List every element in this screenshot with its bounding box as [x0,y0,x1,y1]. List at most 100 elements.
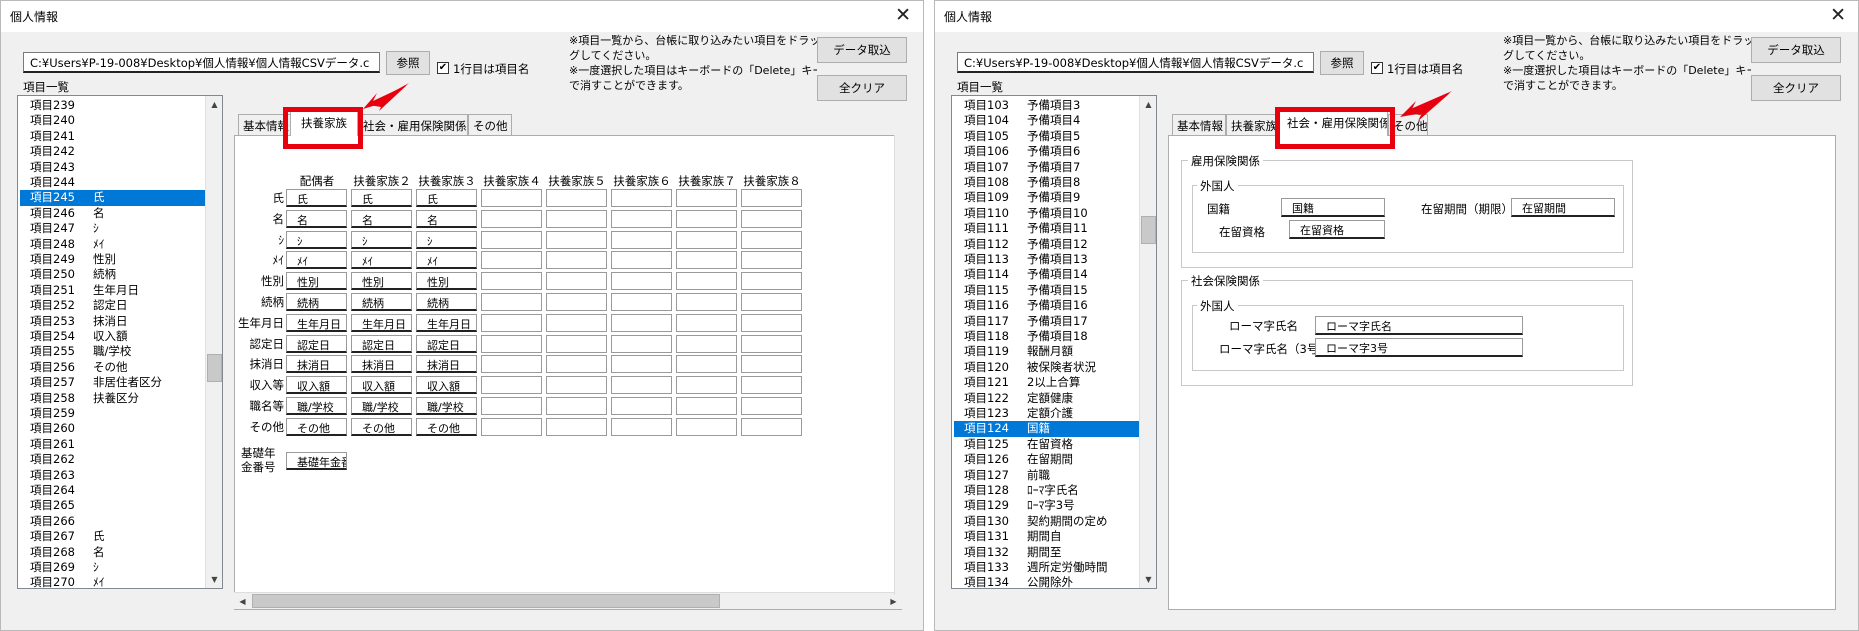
list-item[interactable]: 項目124 国籍 [954,421,1139,437]
grid-cell[interactable] [676,313,737,332]
grid-cell[interactable] [676,189,737,207]
list-item[interactable]: 項目103 予備項目3 [954,98,1139,114]
grid-cell[interactable] [481,376,542,395]
tab-other[interactable]: その他 [468,114,512,135]
grid-cell[interactable] [741,334,802,353]
clear-all-button[interactable]: 全クリア [1751,75,1841,101]
grid-cell[interactable] [611,251,672,270]
grid-cell[interactable]: 名 [351,209,412,228]
grid-cell[interactable] [611,355,672,374]
grid-cell[interactable] [611,209,672,228]
grid-cell[interactable] [741,230,802,249]
list-item[interactable]: 項目247 ｼ [20,221,205,237]
grid-cell[interactable] [546,230,607,249]
list-item[interactable]: 項目240 [20,113,205,129]
browse-button[interactable]: 参照 [1320,51,1364,75]
grid-cell[interactable] [481,355,542,374]
list-item[interactable]: 項目255 職/学校 [20,344,205,360]
grid-cell[interactable] [741,355,802,374]
list-item[interactable]: 項目263 [20,468,205,484]
grid-cell[interactable]: 氏 [286,189,347,207]
item-list[interactable]: 項目134 公開除外 項目133 週所定労働時間 項目132 期間至 項目131 期間自 項目1… [951,95,1157,589]
grid-cell[interactable] [546,355,607,374]
scroll-down-icon[interactable]: ▼ [1140,571,1156,588]
list-item[interactable]: 項目251 生年月日 [20,283,205,299]
close-icon[interactable]: ✕ [1830,4,1846,26]
grid-cell[interactable]: 名 [416,209,477,228]
grid-cell[interactable] [546,189,607,207]
grid-cell[interactable] [741,189,802,207]
list-item[interactable]: 項目118 予備項目18 [954,329,1139,345]
item-list-scrollbar[interactable]: ▲ ▼ [1139,96,1156,588]
list-item[interactable]: 項目245 氏 [20,190,205,206]
grid-cell[interactable]: 収入額 [416,376,477,395]
grid-cell[interactable] [676,334,737,353]
grid-cell[interactable]: ｼ [351,230,412,249]
close-icon[interactable]: ✕ [895,4,911,26]
grid-cell[interactable] [481,334,542,353]
list-item[interactable]: 項目268 名 [20,545,205,561]
grid-cell[interactable]: 氏 [351,189,412,207]
header-row-checkbox[interactable]: ✔ [1371,62,1383,74]
grid-cell[interactable] [676,230,737,249]
list-item[interactable]: 項目132 期間至 [954,545,1139,561]
grid-cell[interactable] [611,189,672,207]
list-item[interactable]: 項目264 [20,483,205,499]
grid-cell[interactable] [611,272,672,291]
list-item[interactable]: 項目258 扶養区分 [20,391,205,407]
grid-horizontal-scrollbar[interactable]: ◀ ▶ [234,592,902,609]
scroll-right-icon[interactable]: ▶ [885,593,902,610]
list-item[interactable]: 項目123 定額介護 [954,406,1139,422]
grid-cell[interactable] [741,397,802,415]
list-item[interactable]: 項目106 予備項目6 [954,144,1139,160]
romaji-name-3-field[interactable]: ローマ字3号 [1315,338,1523,357]
grid-cell[interactable]: その他 [286,417,347,436]
grid-cell[interactable]: その他 [351,417,412,436]
grid-cell[interactable]: 続柄 [286,293,347,311]
list-item[interactable]: 項目110 予備項目10 [954,206,1139,222]
list-item[interactable]: 項目133 週所定労働時間 [954,560,1139,576]
grid-cell[interactable] [481,251,542,270]
grid-cell[interactable] [676,209,737,228]
list-item[interactable]: 項目122 定額健康 [954,391,1139,407]
grid-cell[interactable]: 性別 [416,272,477,291]
list-item[interactable]: 項目114 予備項目14 [954,267,1139,283]
list-item[interactable]: 項目128 ﾛｰﾏ字氏名 [954,483,1139,499]
grid-cell[interactable]: 生年月日 [351,313,412,332]
grid-cell[interactable] [546,417,607,436]
list-item[interactable]: 項目261 [20,437,205,453]
list-item[interactable]: 項目105 予備項目5 [954,129,1139,145]
grid-cell[interactable]: 生年月日 [286,313,347,332]
list-item[interactable]: 項目242 [20,144,205,160]
grid-cell[interactable]: 認定日 [351,334,412,353]
grid-cell[interactable] [741,313,802,332]
grid-cell[interactable] [546,272,607,291]
list-item[interactable]: 項目131 期間自 [954,529,1139,545]
scroll-up-icon[interactable]: ▲ [206,96,222,113]
romaji-name-field[interactable]: ローマ字氏名 [1315,316,1523,335]
grid-cell[interactable]: ﾒｲ [351,251,412,270]
grid-cell[interactable]: 名 [286,209,347,228]
grid-vertical-scrollbar[interactable] [894,135,902,595]
import-data-button[interactable]: データ取込 [1751,37,1841,63]
import-data-button[interactable]: データ取込 [817,37,907,63]
grid-cell[interactable] [611,334,672,353]
list-item[interactable]: 項目107 予備項目7 [954,160,1139,176]
list-item[interactable]: 項目126 在留期間 [954,452,1139,468]
scroll-down-icon[interactable]: ▼ [206,571,222,588]
list-item[interactable]: 項目266 [20,514,205,530]
list-item[interactable]: 項目121 2以上合算 [954,375,1139,391]
list-item[interactable]: 項目246 名 [20,206,205,222]
grid-cell[interactable] [611,417,672,436]
grid-cell[interactable]: 抹消日 [286,355,347,374]
grid-cell[interactable]: 収入額 [286,376,347,395]
grid-cell[interactable]: ﾒｲ [416,251,477,270]
list-item[interactable]: 項目117 予備項目17 [954,314,1139,330]
list-item[interactable]: 項目262 [20,452,205,468]
grid-cell[interactable] [481,189,542,207]
list-item[interactable]: 項目109 予備項目9 [954,190,1139,206]
grid-cell[interactable] [741,209,802,228]
grid-cell[interactable]: 職/学校 [286,397,347,415]
grid-cell[interactable] [546,397,607,415]
grid-cell[interactable] [481,417,542,436]
